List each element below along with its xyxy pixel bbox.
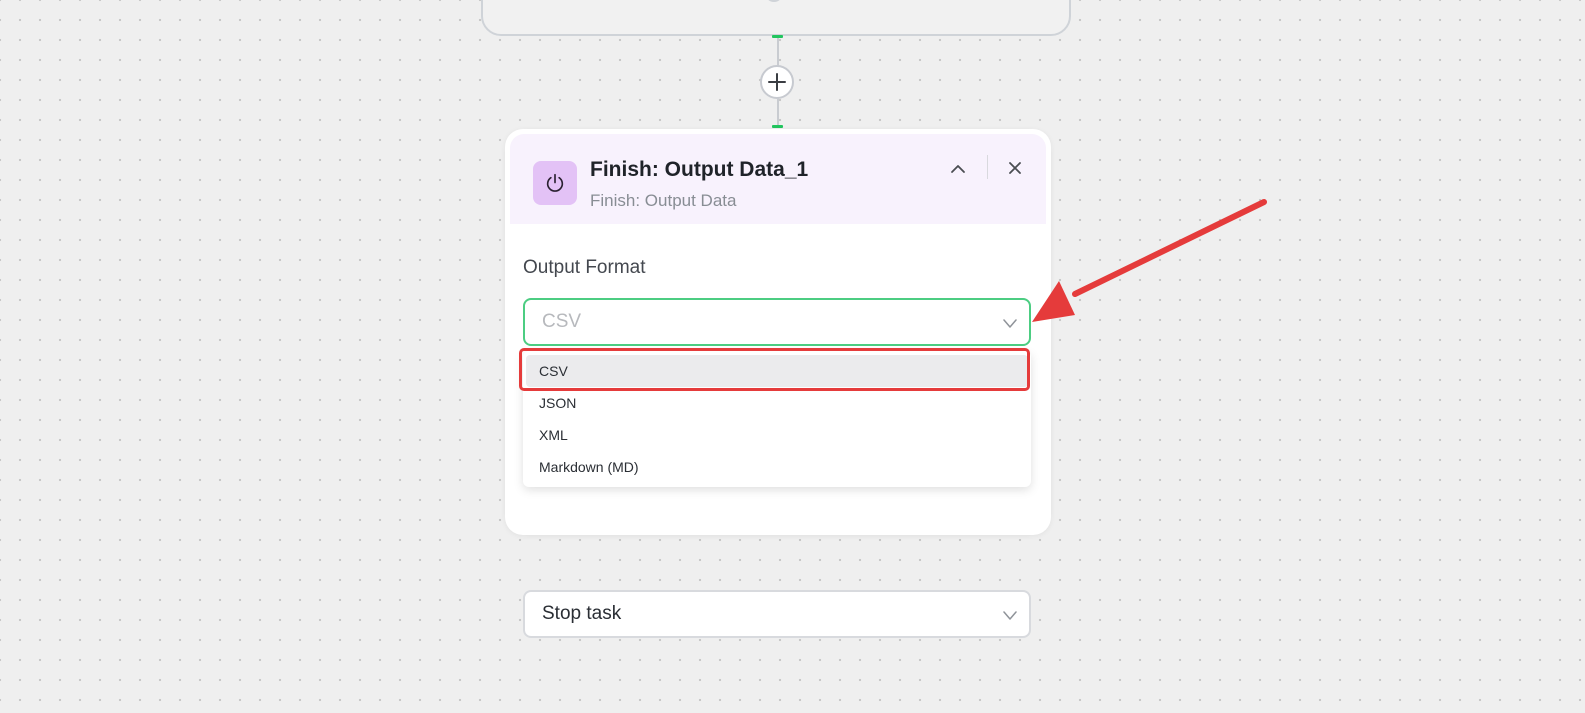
dropdown-option-csv[interactable]: CSV	[526, 355, 1028, 387]
previous-node-card[interactable]	[481, 0, 1071, 36]
close-icon	[1009, 162, 1021, 174]
after-output-selected-value: Stop task	[542, 603, 622, 624]
connector-line	[777, 36, 779, 66]
node-header: Finish: Output Data_1 Finish: Output Dat…	[510, 134, 1046, 224]
chevron-up-icon	[951, 165, 965, 173]
node-title: Finish: Output Data_1	[590, 158, 809, 181]
add-step-button[interactable]	[760, 65, 794, 99]
header-divider	[987, 155, 988, 179]
after-output-select[interactable]: Stop task	[523, 590, 1031, 638]
collapse-button[interactable]	[946, 157, 970, 181]
plus-icon	[768, 73, 786, 91]
chevron-down-icon	[1003, 319, 1017, 328]
node-subtitle: Finish: Output Data	[590, 191, 737, 210]
dropdown-option-markdown[interactable]: Markdown (MD)	[526, 451, 1028, 483]
output-format-label: Output Format	[523, 257, 646, 278]
output-handle[interactable]	[772, 35, 783, 38]
output-format-selected-value: CSV	[542, 311, 582, 332]
chevron-down-icon	[1003, 611, 1017, 620]
dropdown-option-json[interactable]: JSON	[526, 387, 1028, 419]
close-button[interactable]	[1003, 156, 1027, 180]
connector-line	[777, 98, 779, 127]
input-handle[interactable]	[772, 125, 783, 128]
output-format-dropdown-menu: CSV JSON XML Markdown (MD)	[523, 351, 1031, 487]
output-format-select[interactable]: CSV	[523, 298, 1031, 346]
power-icon	[546, 173, 564, 192]
node-type-icon-container	[533, 161, 577, 205]
dropdown-option-xml[interactable]: XML	[526, 419, 1028, 451]
